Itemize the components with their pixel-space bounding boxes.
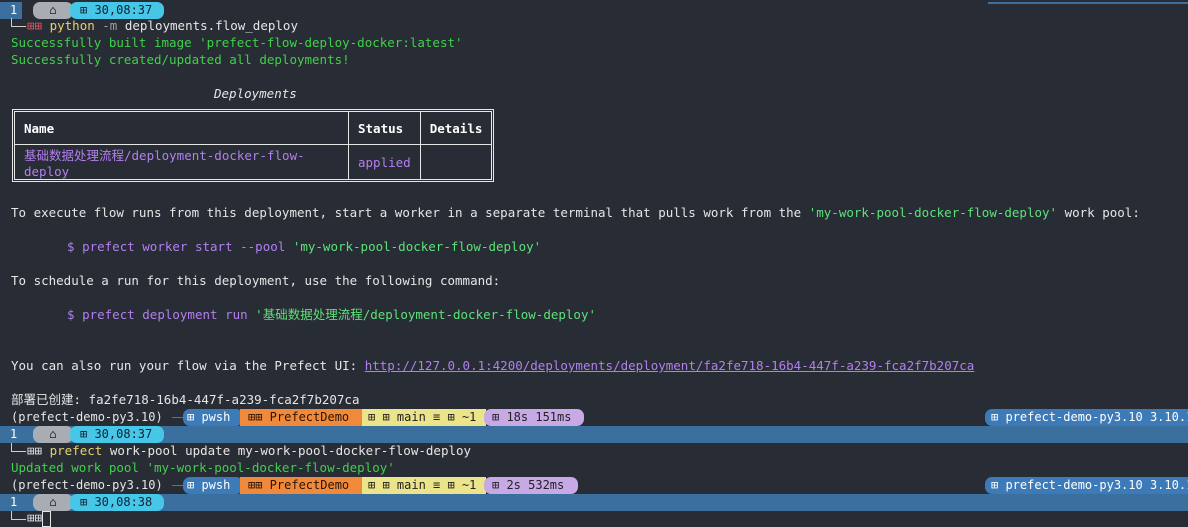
- prompt-line-number: 1: [0, 2, 22, 19]
- command-line-1: ⊞⊞ python -m deployments.flow_deploy: [27, 17, 298, 34]
- prompt-line-number: 1: [0, 426, 22, 443]
- tree-connector: [11, 443, 26, 452]
- dir-segment: ⊞⊞ PrefectDemo: [240, 409, 364, 426]
- prompt-icon: ⊞⊞: [27, 443, 43, 458]
- deployment-ui-link[interactable]: http://127.0.0.1:4200/deployments/deploy…: [365, 358, 975, 373]
- worker-rest: worker start --pool: [142, 239, 286, 254]
- worker-prefect: prefect: [82, 239, 135, 254]
- shell-segment: ⊞ pwsh: [183, 409, 243, 426]
- schedule-instructions: To schedule a run for this deployment, u…: [11, 273, 501, 288]
- run-command: $ prefect deployment run '基础数据处理流程/deplo…: [67, 306, 596, 323]
- cmd-python: python: [49, 18, 95, 33]
- worker-dollar: $: [67, 239, 75, 254]
- top-right-bar: [988, 2, 1188, 4]
- output-built: Successfully built image 'prefect-flow-d…: [11, 35, 463, 50]
- cmd-args: work-pool update my-work-pool-docker-flo…: [109, 443, 472, 458]
- deployment-name-cell: 基础数据处理流程/deployment-docker-flow-deploy: [14, 144, 349, 180]
- home-segment: ⌂: [33, 426, 73, 443]
- prompt-icon: ⊞⊞: [27, 510, 43, 525]
- cmd-args: deployments.flow_deploy: [124, 18, 298, 33]
- git-segment: ⊞ ⊞ main ≡ ⊞ ~1: [362, 477, 486, 494]
- update-output: Updated work pool 'my-work-pool-docker-f…: [11, 460, 395, 475]
- command-line-2: ⊞⊞ prefect work-pool update my-work-pool…: [27, 442, 471, 459]
- tree-connector: [11, 18, 26, 27]
- status-bar-1: (prefect-demo-py3.10) ⊞ pwsh ⊞⊞ PrefectD…: [0, 409, 1188, 426]
- run-rest: deployment run: [142, 307, 248, 322]
- python-env-segment: ⊞ prefect-demo-py3.10 3.10.1: [985, 477, 1188, 494]
- run-prefect: prefect: [82, 307, 135, 322]
- deployment-details-cell: [419, 144, 493, 180]
- table-header-row: Name Status Details: [14, 111, 493, 145]
- tree-connector: [11, 511, 26, 520]
- prompt-bar-3: 1 ⌂ ⊞ 30,08:38: [0, 494, 1188, 511]
- execute-instructions: To execute flow runs from this deploymen…: [11, 204, 1140, 221]
- deployment-status-cell: applied: [348, 144, 421, 180]
- prompt-line-number: 1: [0, 494, 22, 511]
- time-segment: ⊞ 30,08:38: [70, 494, 164, 511]
- cmd-flag: -m: [102, 18, 118, 33]
- duration-segment: ⊞ 2s 532ms: [484, 477, 578, 494]
- venv-label: (prefect-demo-py3.10): [11, 478, 163, 492]
- shell-segment: ⊞ pwsh: [183, 477, 243, 494]
- cmd-prefect: prefect: [49, 443, 103, 458]
- duration-segment: ⊞ 18s 151ms: [484, 409, 584, 426]
- table-title: Deployments: [214, 86, 297, 101]
- python-env-segment: ⊞ prefect-demo-py3.10 3.10.1: [985, 409, 1188, 426]
- table-row: 基础数据处理流程/deployment-docker-flow-deploy a…: [14, 144, 493, 180]
- time-segment: ⊞ 30,08:37: [70, 426, 164, 443]
- deployments-table: Name Status Details 基础数据处理流程/deployment-…: [11, 109, 495, 182]
- run-dollar: $: [67, 307, 75, 322]
- prompt-bar-2: 1 ⌂ ⊞ 30,08:37: [0, 426, 1188, 443]
- worker-arg: 'my-work-pool-docker-flow-deploy': [292, 239, 542, 254]
- dir-segment: ⊞⊞ PrefectDemo: [240, 477, 364, 494]
- execute-pre: To execute flow runs from this deploymen…: [11, 205, 809, 220]
- prompt-icon: ⊞⊞: [27, 18, 43, 33]
- git-segment: ⊞ ⊞ main ≡ ⊞ ~1: [362, 409, 486, 426]
- worker-command: $ prefect worker start --pool 'my-work-p…: [67, 238, 541, 255]
- execute-pool: 'my-work-pool-docker-flow-deploy': [808, 205, 1058, 220]
- col-details-header: Details: [419, 111, 493, 145]
- venv-label: (prefect-demo-py3.10): [11, 410, 163, 424]
- execute-post: work pool:: [1057, 205, 1140, 220]
- col-name-header: Name: [14, 111, 349, 145]
- output-created: Successfully created/updated all deploym…: [11, 52, 350, 67]
- status-bar-2: (prefect-demo-py3.10) ⊞ pwsh ⊞⊞ PrefectD…: [0, 477, 1188, 494]
- terminal-cursor[interactable]: [42, 510, 52, 527]
- ui-text: You can also run your flow via the Prefe…: [11, 358, 365, 373]
- command-line-3[interactable]: ⊞⊞: [27, 509, 52, 527]
- col-status-header: Status: [348, 111, 421, 145]
- ui-line: You can also run your flow via the Prefe…: [11, 357, 974, 374]
- run-arg: '基础数据处理流程/deployment-docker-flow-deploy': [255, 307, 596, 322]
- created-line: 部署已创建: fa2fe718-16b4-447f-a239-fca2f7b20…: [11, 392, 360, 407]
